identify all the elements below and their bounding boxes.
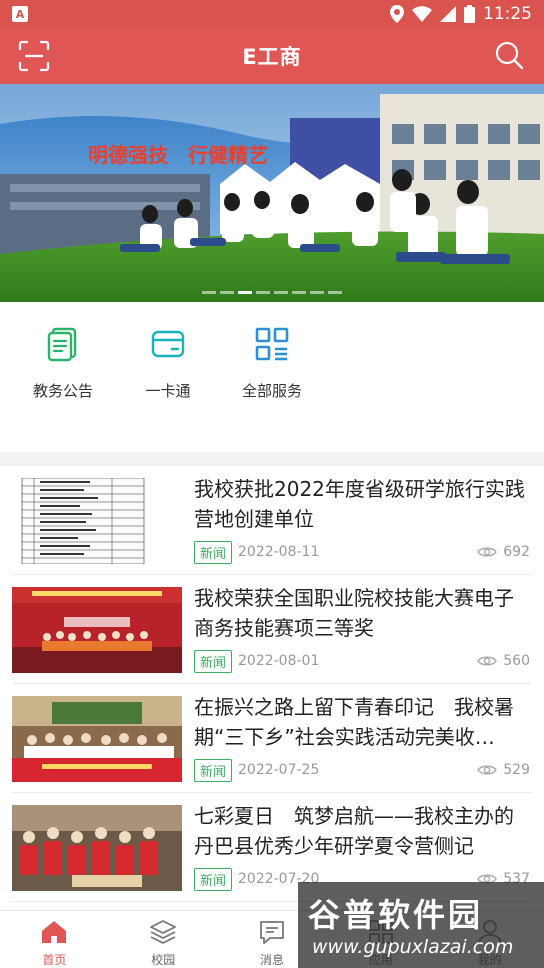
news-tag: 新闻: [194, 868, 233, 891]
news-thumbnail: [12, 805, 182, 891]
news-item[interactable]: 在振兴之路上留下青春印记 我校暑期“三下乡”社会实践活动完美收… 新闻 2022…: [12, 684, 532, 793]
news-date: 2022-07-25: [238, 762, 320, 778]
news-views: 560: [477, 653, 530, 669]
carousel-dot[interactable]: [292, 291, 306, 294]
tab-label: 首页: [42, 953, 67, 967]
app-header: E工商: [0, 28, 544, 84]
carousel-dot[interactable]: [274, 291, 288, 294]
page-title: E工商: [242, 45, 302, 69]
quick-entry-label: 全部服务: [241, 382, 302, 400]
battery-icon: [464, 5, 475, 23]
banner-carousel[interactable]: 明德强技 行健精艺: [0, 84, 544, 302]
news-views: 692: [477, 544, 530, 560]
quick-entry-label: 一卡通: [145, 382, 191, 400]
news-thumbnail: [12, 587, 182, 673]
eye-icon: [477, 656, 498, 666]
news-view-count: 529: [503, 762, 530, 778]
signal-icon: [440, 6, 456, 22]
section-divider: [0, 452, 544, 466]
status-time: 11:25: [483, 4, 532, 24]
carousel-dot[interactable]: [238, 291, 252, 294]
banner-slogan: 明德强技 行健精艺: [88, 143, 268, 167]
news-title: 在振兴之路上留下青春印记 我校暑期“三下乡”社会实践活动完美收…: [194, 695, 514, 749]
document-icon: [47, 327, 77, 362]
eye-icon: [477, 547, 498, 557]
news-tag: 新闻: [194, 759, 233, 782]
quick-entry-section: 教务公告 一卡通 全部服务: [0, 302, 544, 452]
news-item[interactable]: 我校获批2022年度省级研学旅行实践营地创建单位 新闻 2022-08-11 6…: [12, 466, 532, 575]
news-date: 2022-08-01: [238, 653, 320, 669]
eye-icon: [477, 765, 498, 775]
quick-entry-all-services[interactable]: 全部服务: [222, 326, 322, 401]
news-list: 我校获批2022年度省级研学旅行实践营地创建单位 新闻 2022-08-11 6…: [0, 466, 544, 902]
news-views: 529: [477, 762, 530, 778]
status-bar: A 11:25: [0, 0, 544, 28]
news-thumbnail: [12, 696, 182, 782]
carousel-dot[interactable]: [202, 291, 216, 294]
watermark-url: www.gupuxlazai.com: [312, 936, 514, 958]
quick-entry-label: 教务公告: [32, 382, 93, 400]
tab-campus[interactable]: 校园: [109, 911, 218, 968]
location-icon: [390, 5, 404, 23]
card-icon: [151, 330, 185, 358]
carousel-dot[interactable]: [328, 291, 342, 294]
search-icon[interactable]: [494, 40, 524, 70]
wifi-icon: [412, 6, 432, 22]
news-view-count: 692: [503, 544, 530, 560]
news-tag: 新闻: [194, 650, 233, 673]
quick-entry-campus-card[interactable]: 一卡通: [118, 326, 218, 401]
carousel-indicator: [0, 291, 544, 294]
news-thumbnail: [12, 478, 182, 564]
news-title: 我校获批2022年度省级研学旅行实践营地创建单位: [194, 477, 525, 531]
carousel-dot[interactable]: [310, 291, 324, 294]
carousel-dot[interactable]: [256, 291, 270, 294]
news-date: 2022-08-11: [238, 544, 320, 560]
tab-home[interactable]: 首页: [0, 911, 109, 968]
app-notification-icon: A: [12, 6, 28, 22]
grid-icon: [255, 327, 289, 361]
banner-image: 明德强技 行健精艺: [0, 84, 544, 302]
news-item[interactable]: 我校荣获全国职业院校技能大赛电子商务技能赛项三等奖 新闻 2022-08-01 …: [12, 575, 532, 684]
watermark-title: 谷普软件园: [308, 896, 484, 934]
news-tag: 新闻: [194, 541, 233, 564]
news-title: 七彩夏日 筑梦启航——我校主办的丹巴县优秀少年研学夏令营侧记: [194, 804, 514, 858]
quick-entry-academic-notice[interactable]: 教务公告: [13, 326, 113, 401]
tab-label: 校园: [151, 953, 176, 967]
news-view-count: 560: [503, 653, 530, 669]
carousel-dot[interactable]: [220, 291, 234, 294]
message-icon: [260, 921, 284, 944]
news-title: 我校荣获全国职业院校技能大赛电子商务技能赛项三等奖: [194, 586, 514, 640]
home-icon: [42, 921, 67, 943]
watermark-overlay: 谷普软件园 www.gupuxlazai.com: [298, 882, 544, 968]
scan-icon[interactable]: [18, 40, 50, 72]
layers-icon: [150, 920, 177, 944]
